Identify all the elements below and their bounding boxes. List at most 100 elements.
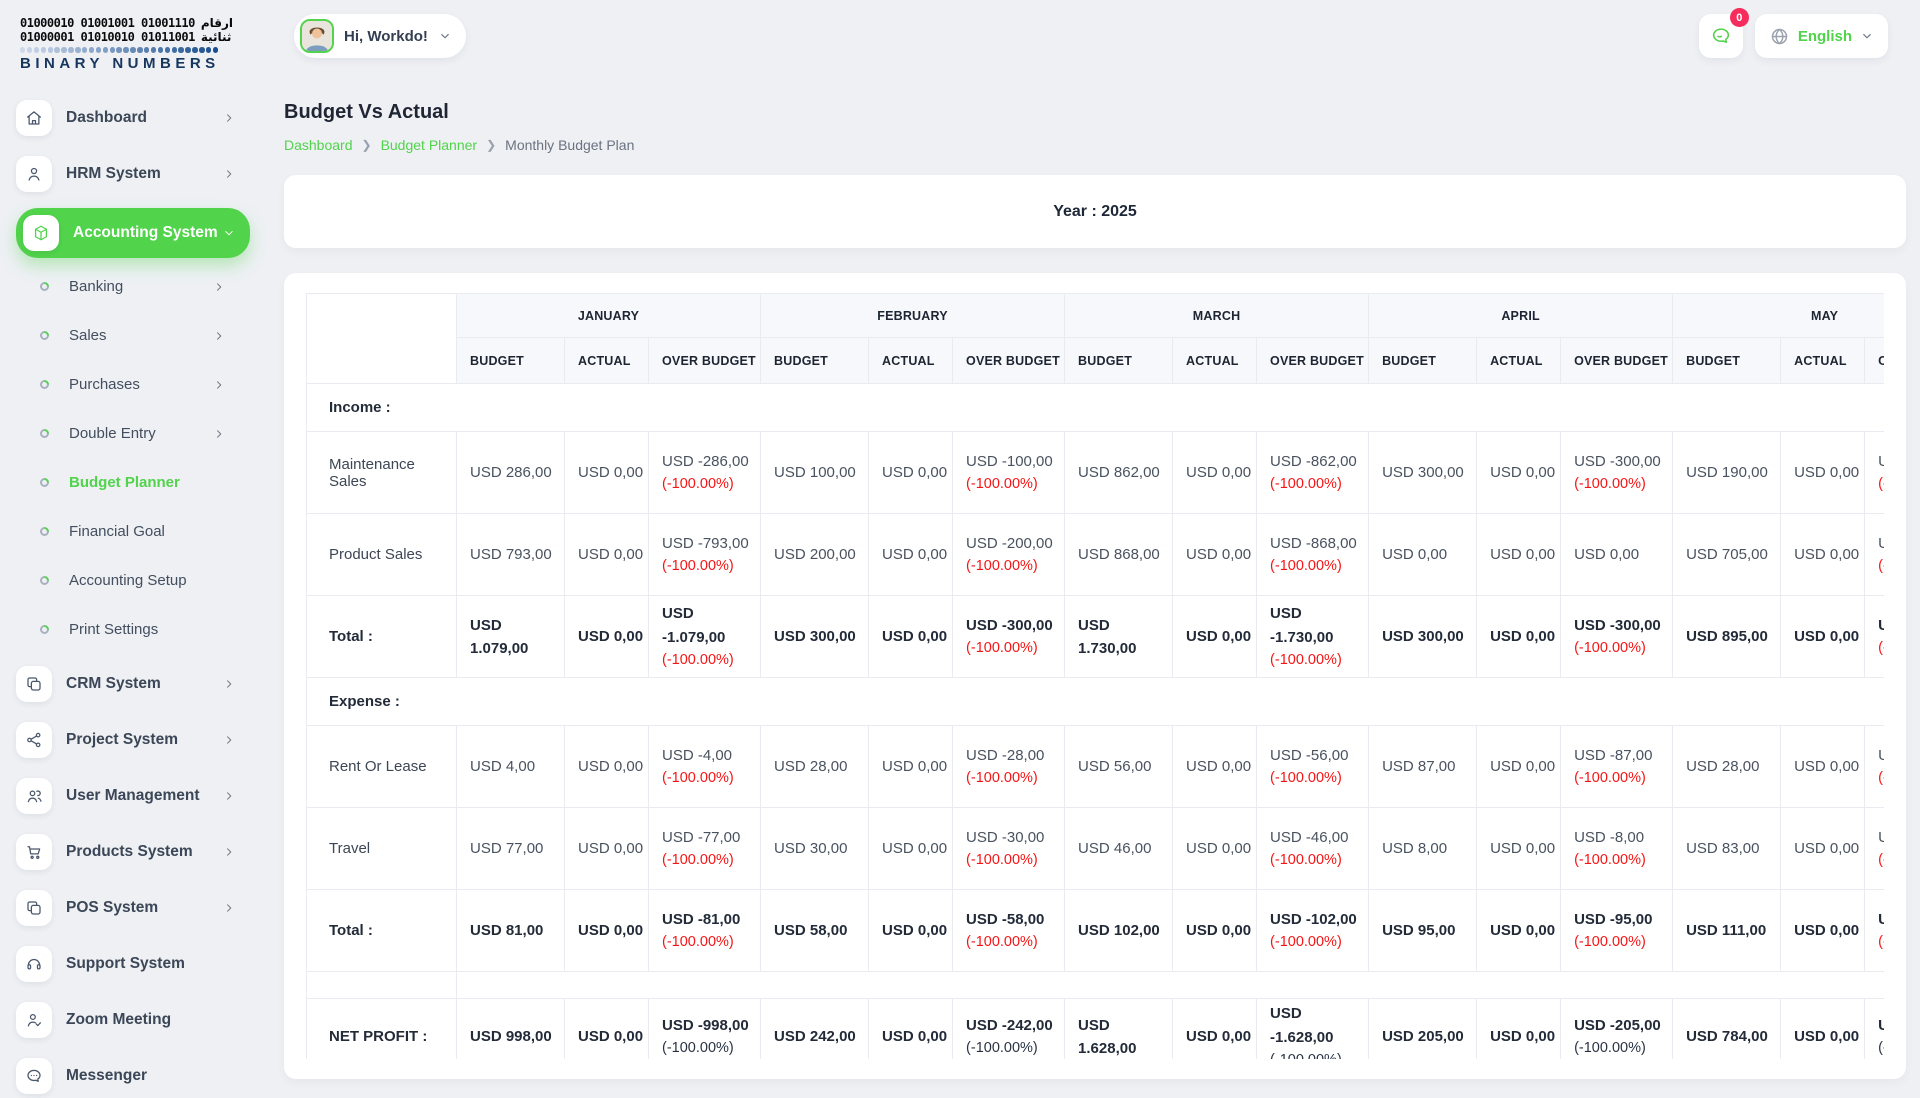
sub-header-may-over-budget: OVER BUDGET [1865,338,1884,384]
sub-header-march-actual: ACTUAL [1173,338,1257,384]
budget-cell: USD 200,00 [761,514,869,596]
chevron-right-icon [212,427,226,441]
over-budget-percent: (-100.00%) [966,849,1064,871]
over-budget-percent: (-100.00%) [1270,555,1368,577]
table-row-product-sales: Product SalesUSD 793,00USD 0,00USD -793,… [307,514,1885,596]
sidebar-item-purchases[interactable]: Purchases [26,368,250,402]
budget-cell: USD 4,00 [457,726,565,808]
language-selector[interactable]: English [1755,14,1888,58]
sub-header-february-budget: BUDGET [761,338,869,384]
actual-cell: USD 0,00 [1477,808,1561,890]
sidebar-item-label: Messenger [66,1067,250,1085]
sidebar-item-budget-planner[interactable]: Budget Planner [26,466,250,500]
actual-cell: USD 0,00 [565,596,649,678]
budget-cell: USD 242,00 [761,999,869,1060]
sidebar-item-print-settings[interactable]: Print Settings [26,613,250,647]
sidebar-item-accounting-system[interactable]: Accounting System [16,208,250,258]
over-budget-percent: (-100.00%) [662,649,760,671]
actual-cell: USD 0,00 [1477,514,1561,596]
budget-cell: USD 87,00 [1369,726,1477,808]
sidebar-item-support-system[interactable]: Support System [16,942,250,986]
over-budget-cell: USD -300,00(-100.00%) [1561,596,1673,678]
sidebar-item-messenger[interactable]: Messenger [16,1054,250,1098]
actual-cell: USD 0,00 [869,890,953,972]
user-menu-button[interactable]: Hi, Workdo! [294,14,466,58]
budget-cell: USD 205,00 [1369,999,1477,1060]
sidebar-item-label: Banking [69,278,212,295]
table-row-total: Total :USD 1.079,00USD 0,00USD -1.079,00… [307,596,1885,678]
sidebar-item-label: Project System [66,731,222,749]
actual-cell: USD 0,00 [1781,999,1865,1060]
budget-cell: USD 0,00 [1369,514,1477,596]
over-budget-percent: (-100.00%) [966,931,1064,953]
over-budget-percent: (-100.00%) [1878,1037,1884,1059]
over-budget-percent: (-100.00%) [662,767,760,789]
sidebar-item-project-system[interactable]: Project System [16,718,250,762]
over-budget-percent: (-100.00%) [1878,849,1884,871]
month-header-march: MARCH [1065,294,1369,338]
budget-cell: USD 81,00 [457,890,565,972]
budget-cell: USD 100,00 [761,432,869,514]
chevron-right-icon [222,845,236,859]
over-budget-percent: (-100.00%) [966,473,1064,495]
over-budget-cell: USD -95,00(-100.00%) [1561,890,1673,972]
over-budget-cell: USD -87,00(-100.00%) [1561,726,1673,808]
over-budget-cell: USD -111,00(-100.00%) [1865,890,1884,972]
over-budget-percent: (-100.00%) [966,1037,1064,1059]
over-budget-cell: USD -998,00(-100.00%) [649,999,761,1060]
breadcrumb-item-budget-planner[interactable]: Budget Planner [381,137,478,153]
budget-cell: USD 46,00 [1065,808,1173,890]
user-icon [16,156,52,192]
sidebar-item-products-system[interactable]: Products System [16,830,250,874]
table-scroll-area[interactable]: JANUARYFEBRUARYMARCHAPRILMAYBUDGETACTUAL… [306,293,1884,1059]
bullet-icon [38,329,51,342]
table-row-total: Total :USD 81,00USD 0,00USD -81,00(-100.… [307,890,1885,972]
section-row-expense: Expense : [307,678,1885,726]
cart-icon [16,834,52,870]
over-budget-cell: USD -190,00(-100.00%) [1865,432,1884,514]
over-budget-percent: (-100.00%) [966,637,1064,659]
brand-logo[interactable]: 01000010 01001001 01001110ارقام 01000001… [20,16,250,72]
over-budget-cell: USD -300,00(-100.00%) [1561,432,1673,514]
sidebar: 01000010 01001001 01001110ارقام 01000001… [0,0,262,1080]
section-row-income: Income : [307,384,1885,432]
month-header-april: APRIL [1369,294,1673,338]
budget-table-card: JANUARYFEBRUARYMARCHAPRILMAYBUDGETACTUAL… [284,273,1906,1079]
sidebar-item-hrm-system[interactable]: HRM System [16,152,250,196]
main-content: Hi, Workdo! 0 English Budget Vs Actual D… [262,0,1920,1080]
over-budget-percent: (-100.00%) [1270,473,1368,495]
sidebar-item-crm-system[interactable]: CRM System [16,662,250,706]
budget-cell: USD 862,00 [1065,432,1173,514]
actual-cell: USD 0,00 [1477,890,1561,972]
actual-cell: USD 0,00 [565,432,649,514]
sidebar-item-dashboard[interactable]: Dashboard [16,96,250,140]
breadcrumb-item-dashboard[interactable]: Dashboard [284,137,353,153]
table-row-maintenance-sales: Maintenance SalesUSD 286,00USD 0,00USD -… [307,432,1885,514]
month-header-february: FEBRUARY [761,294,1065,338]
sidebar-item-sales[interactable]: Sales [26,319,250,353]
sub-header-may-budget: BUDGET [1673,338,1781,384]
budget-cell: USD 28,00 [761,726,869,808]
over-budget-cell: USD -8,00(-100.00%) [1561,808,1673,890]
actual-cell: USD 0,00 [1173,596,1257,678]
over-budget-cell: USD -200,00(-100.00%) [953,514,1065,596]
chevron-right-icon [222,901,236,915]
sidebar-item-double-entry[interactable]: Double Entry [26,417,250,451]
over-budget-percent: (-100.00%) [1574,1037,1672,1059]
sidebar-item-zoom-meeting[interactable]: Zoom Meeting [16,998,250,1042]
sidebar-item-label: Double Entry [69,425,212,442]
budget-cell: USD 83,00 [1673,808,1781,890]
brand-name: BINARY NUMBERS [20,55,250,72]
bullet-icon [38,574,51,587]
messages-button[interactable]: 0 [1699,14,1743,58]
actual-cell: USD 0,00 [1781,890,1865,972]
over-budget-cell: USD -242,00(-100.00%) [953,999,1065,1060]
over-budget-cell: USD -56,00(-100.00%) [1257,726,1369,808]
sidebar-item-pos-system[interactable]: POS System [16,886,250,930]
sidebar-item-user-management[interactable]: User Management [16,774,250,818]
sidebar-item-accounting-setup[interactable]: Accounting Setup [26,564,250,598]
sidebar-item-banking[interactable]: Banking [26,270,250,304]
budget-cell: USD 102,00 [1065,890,1173,972]
over-budget-cell: USD 0,00 [1561,514,1673,596]
sidebar-item-financial-goal[interactable]: Financial Goal [26,515,250,549]
